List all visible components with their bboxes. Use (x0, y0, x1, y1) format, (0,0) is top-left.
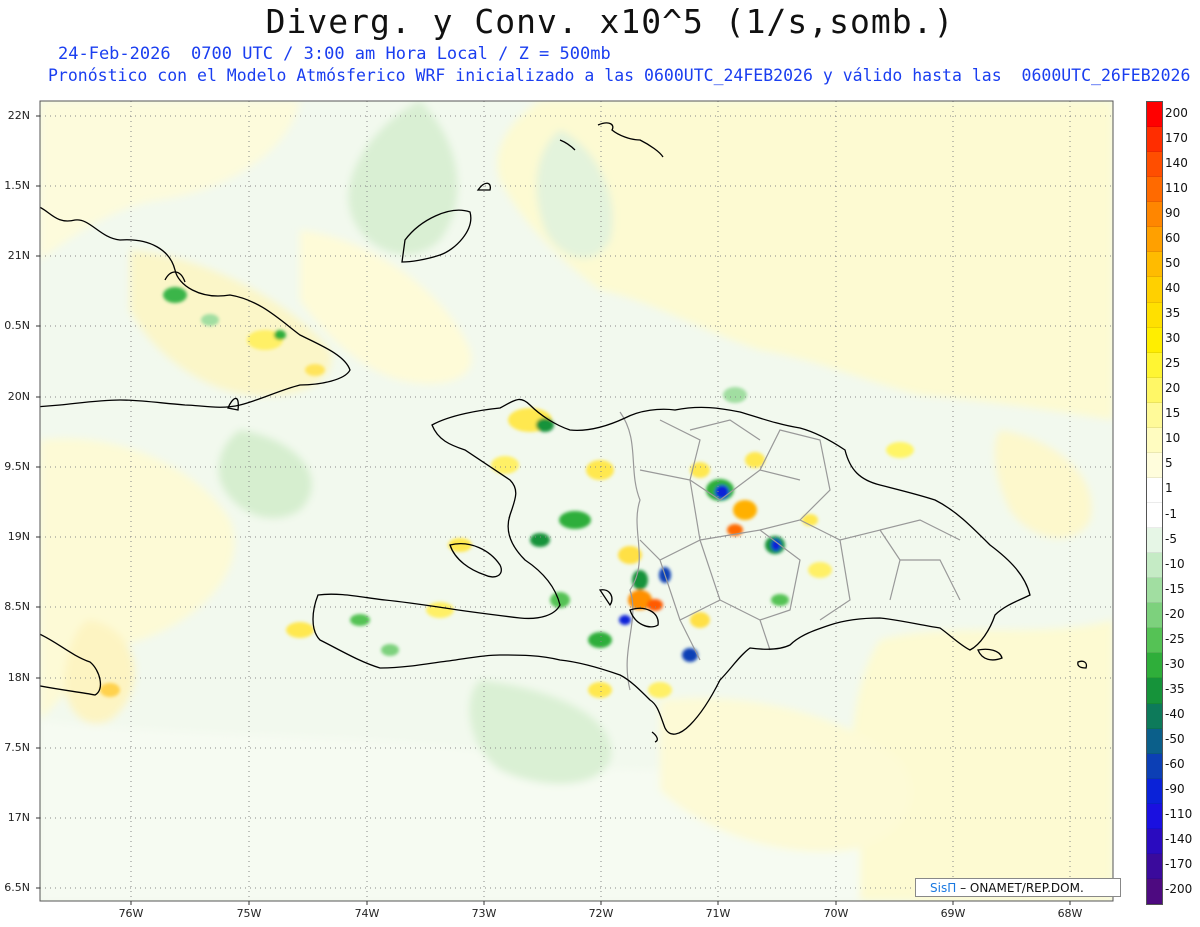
colorbar-label: 30 (1165, 331, 1181, 346)
colorbar-label: 35 (1165, 306, 1181, 321)
colorbar-segment (1147, 352, 1162, 378)
colorbar-segment (1147, 327, 1162, 353)
lat-label-17n: 17N (7, 811, 30, 824)
colorbar-segment (1147, 427, 1162, 453)
colorbar-label: -50 (1165, 732, 1185, 747)
colorbar-segment (1147, 803, 1162, 829)
colorbar-label: -20 (1165, 606, 1185, 621)
divergence-map (36, 100, 1114, 905)
colorbar-segment (1147, 202, 1162, 228)
colorbar-segment (1147, 452, 1162, 478)
colorbar-segment (1147, 878, 1162, 904)
lat-label-19n: 19N (7, 530, 30, 543)
colorbar-segment (1147, 102, 1162, 128)
lon-label-74w: 74W (354, 907, 380, 920)
lat-label-20-5n: 0.5N (4, 319, 30, 332)
colorbar-segment (1147, 402, 1162, 428)
credit-text: – ONAMET/REP.DOM. (960, 881, 1084, 895)
colorbar-segment (1147, 528, 1162, 554)
colorbar-segment (1147, 678, 1162, 704)
colorbar-label: 200 (1165, 105, 1188, 120)
colorbar-label: -10 (1165, 556, 1185, 571)
colorbar-label: 40 (1165, 280, 1181, 295)
colorbar-label: 10 (1165, 431, 1181, 446)
colorbar-label: -140 (1165, 832, 1193, 847)
colorbar-label: -15 (1165, 581, 1185, 596)
lon-label-68w: 68W (1057, 907, 1083, 920)
colorbar-label: 20 (1165, 381, 1181, 396)
colorbar-label: -170 (1165, 857, 1193, 872)
colorbar-label: 5 (1165, 456, 1173, 471)
colorbar-label: -1 (1165, 506, 1177, 521)
colorbar-label: -25 (1165, 631, 1185, 646)
colorbar-segment (1147, 603, 1162, 629)
colorbar-label: -30 (1165, 656, 1185, 671)
colorbar-label: 170 (1165, 130, 1188, 145)
lon-label-73w: 73W (471, 907, 497, 920)
colorbar-label: 50 (1165, 255, 1181, 270)
lat-label-16-5n: 6.5N (4, 881, 30, 894)
lat-label-19-5n: 9.5N (4, 460, 30, 473)
colorbar-segment (1147, 477, 1162, 503)
colorbar-segment (1147, 377, 1162, 403)
lat-label-22n: 22N (7, 109, 30, 122)
lon-label-75w: 75W (236, 907, 262, 920)
lat-label-18n: 18N (7, 671, 30, 684)
lat-label-18-5n: 8.5N (4, 600, 30, 613)
colorbar-segment (1147, 578, 1162, 604)
colorbar-label: 60 (1165, 230, 1181, 245)
colorbar-label: 90 (1165, 205, 1181, 220)
colorbar-segment (1147, 853, 1162, 879)
colorbar-segment (1147, 653, 1162, 679)
lat-label-20n: 20N (7, 390, 30, 403)
colorbar-label: -60 (1165, 757, 1185, 772)
colorbar-segment (1147, 553, 1162, 579)
colorbar-label: 15 (1165, 406, 1181, 421)
credit-box: SisΠ – ONAMET/REP.DOM. (915, 878, 1121, 897)
colorbar-segment (1147, 302, 1162, 328)
colorbar-label: -35 (1165, 681, 1185, 696)
colorbar-segment (1147, 152, 1162, 178)
colorbar-label: -5 (1165, 531, 1177, 546)
colorbar-segment (1147, 778, 1162, 804)
lon-label-71w: 71W (705, 907, 731, 920)
credit-logo: SisΠ (930, 881, 957, 895)
lon-label-70w: 70W (823, 907, 849, 920)
colorbar-label: -40 (1165, 707, 1185, 722)
colorbar (1146, 101, 1163, 905)
colorbar-segment (1147, 753, 1162, 779)
lon-label-76w: 76W (118, 907, 144, 920)
lat-label-17-5n: 7.5N (4, 741, 30, 754)
colorbar-segment (1147, 127, 1162, 153)
colorbar-segment (1147, 728, 1162, 754)
colorbar-segment (1147, 227, 1162, 253)
colorbar-label: 25 (1165, 356, 1181, 371)
colorbar-segment (1147, 828, 1162, 854)
colorbar-segment (1147, 277, 1162, 303)
colorbar-label: 1 (1165, 481, 1173, 496)
lon-label-69w: 69W (940, 907, 966, 920)
colorbar-label: 110 (1165, 180, 1188, 195)
colorbar-segment (1147, 252, 1162, 278)
lon-label-72w: 72W (588, 907, 614, 920)
colorbar-label: -110 (1165, 807, 1193, 822)
lat-label-21-5n: 1.5N (4, 179, 30, 192)
colorbar-label: -200 (1165, 882, 1193, 897)
colorbar-segment (1147, 628, 1162, 654)
lat-label-21n: 21N (7, 249, 30, 262)
colorbar-segment (1147, 503, 1162, 529)
colorbar-segment (1147, 177, 1162, 203)
colorbar-label: 140 (1165, 155, 1188, 170)
colorbar-segment (1147, 703, 1162, 729)
colorbar-label: -90 (1165, 782, 1185, 797)
